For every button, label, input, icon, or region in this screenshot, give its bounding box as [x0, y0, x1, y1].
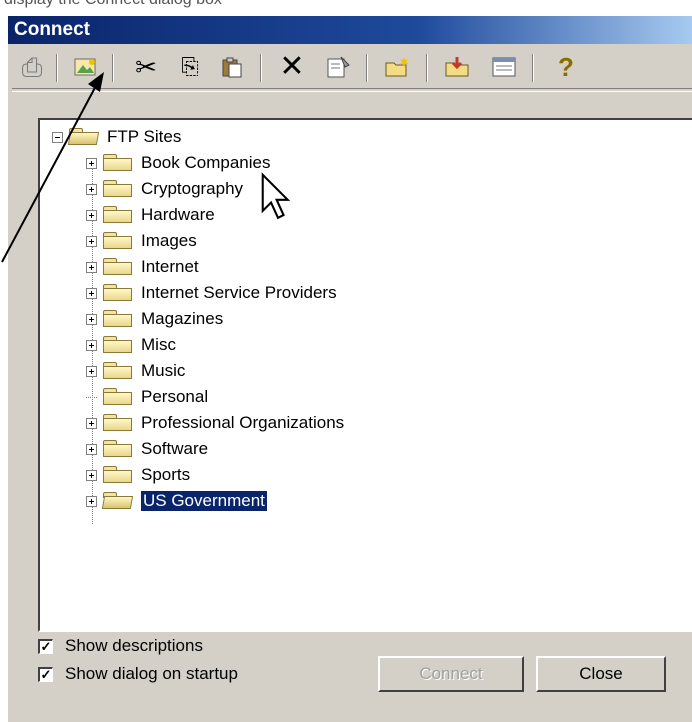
annotation-arrow [1, 72, 104, 263]
